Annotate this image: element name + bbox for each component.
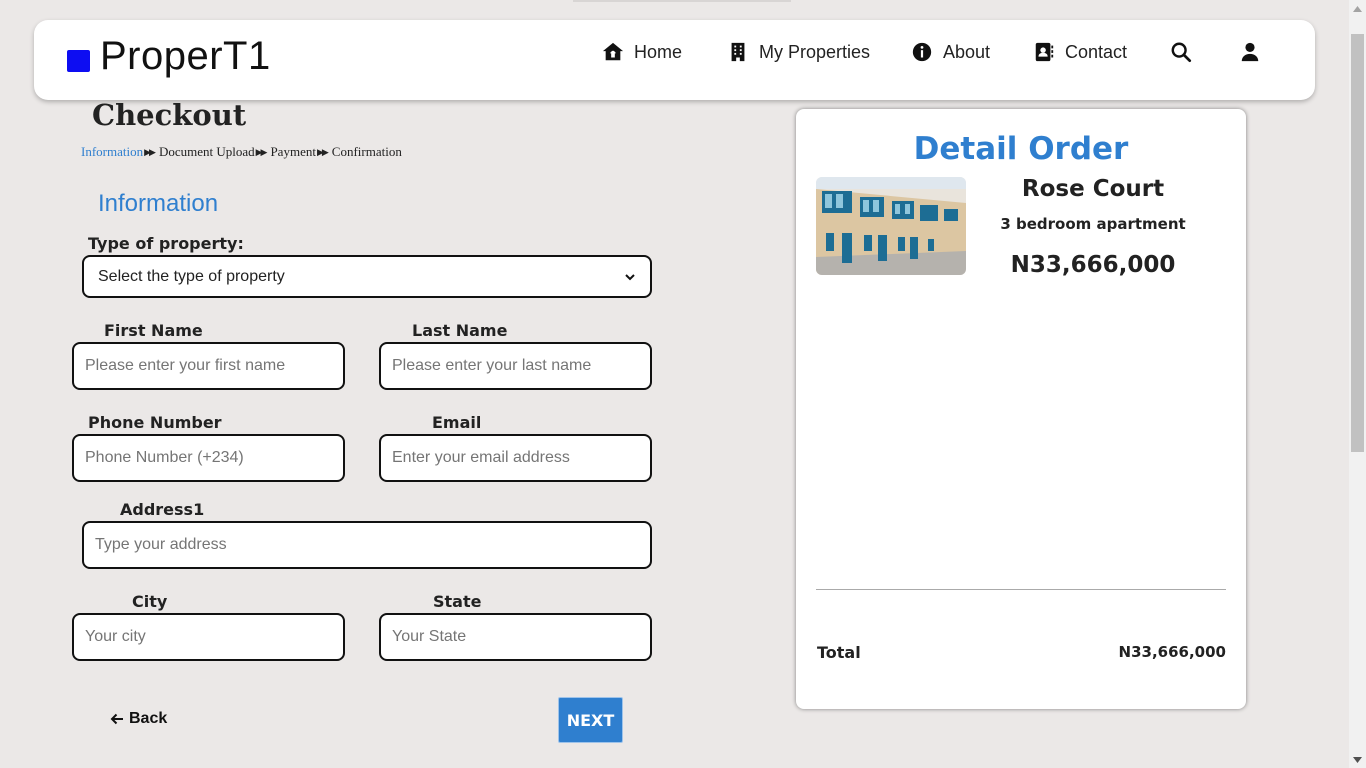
house-icon xyxy=(602,42,624,61)
nav-my-properties[interactable]: My Properties xyxy=(727,39,870,65)
property-image xyxy=(816,177,966,275)
logo-text[interactable]: ProperT1 xyxy=(100,34,271,79)
property-name: Rose Court xyxy=(1021,176,1165,202)
address1-label: Address1 xyxy=(120,500,205,519)
property-type: 3 bedroom apartment xyxy=(1000,215,1186,233)
info-circle-icon xyxy=(912,42,932,62)
search-button[interactable] xyxy=(1169,39,1193,65)
scroll-up-arrow-icon[interactable] xyxy=(1349,0,1366,17)
nav-contact-label: Contact xyxy=(1065,41,1128,62)
next-button[interactable]: NEXT xyxy=(558,697,623,743)
phone-input[interactable] xyxy=(72,434,345,482)
last-name-label: Last Name xyxy=(412,321,508,340)
property-type-selected: Select the type of property xyxy=(98,267,285,285)
email-label: Email xyxy=(432,413,482,432)
double-arrow-icon: ▶▶ xyxy=(255,146,268,157)
address-book-icon xyxy=(1035,42,1054,62)
double-arrow-icon: ▶▶ xyxy=(316,146,329,157)
nav-about[interactable]: About xyxy=(911,39,990,65)
user-icon xyxy=(1241,42,1259,62)
nav-home[interactable]: Home xyxy=(602,39,682,65)
scrollbar[interactable] xyxy=(1349,0,1366,768)
scrollbar-thumb[interactable] xyxy=(1351,34,1364,452)
building-icon xyxy=(731,42,745,62)
nav-home-label: Home xyxy=(634,41,683,62)
state-input[interactable] xyxy=(379,613,652,661)
browser-edge xyxy=(573,0,791,2)
first-name-label: First Name xyxy=(104,321,203,340)
back-button[interactable]: Back xyxy=(110,710,167,728)
arrow-left-icon xyxy=(110,713,123,725)
divider xyxy=(816,589,1226,590)
email-input[interactable] xyxy=(379,434,652,482)
address1-input[interactable] xyxy=(82,521,652,569)
nav-contact[interactable]: Contact xyxy=(1033,39,1127,65)
city-label: City xyxy=(132,592,168,611)
property-type-label: Type of property: xyxy=(88,234,244,253)
navbar: ProperT1 Home My Properties About Contac… xyxy=(34,20,1315,100)
breadcrumb-step-document-upload[interactable]: Document Upload xyxy=(159,144,255,160)
double-arrow-icon: ▶▶ xyxy=(144,146,156,157)
property-price: N33,666,000 xyxy=(1010,252,1176,278)
logo-square-icon xyxy=(67,50,90,72)
section-title: Information xyxy=(98,190,219,217)
page-title: Checkout xyxy=(92,98,247,132)
phone-label: Phone Number xyxy=(88,413,222,432)
scroll-down-arrow-icon[interactable] xyxy=(1349,751,1366,768)
nav-about-label: About xyxy=(943,41,991,62)
city-input[interactable] xyxy=(72,613,345,661)
order-summary-card: Detail Order Rose Court 3 bedroom apartm… xyxy=(796,109,1246,709)
last-name-input[interactable] xyxy=(379,342,652,390)
property-type-select[interactable]: Select the type of property xyxy=(82,255,652,298)
breadcrumb: Information ▶▶ Document Upload ▶▶ Paymen… xyxy=(81,144,402,160)
user-button[interactable] xyxy=(1238,39,1262,65)
total-label: Total xyxy=(817,643,861,662)
order-title: Detail Order xyxy=(913,131,1129,167)
search-icon xyxy=(1171,42,1192,63)
breadcrumb-step-information[interactable]: Information xyxy=(81,144,143,160)
total-value: N33,666,000 xyxy=(1118,643,1226,661)
chevron-down-icon xyxy=(625,273,635,280)
state-label: State xyxy=(433,592,482,611)
back-button-label: Back xyxy=(129,710,168,727)
nav-my-properties-label: My Properties xyxy=(759,41,871,62)
breadcrumb-step-confirmation[interactable]: Confirmation xyxy=(332,144,402,160)
first-name-input[interactable] xyxy=(72,342,345,390)
breadcrumb-step-payment[interactable]: Payment xyxy=(270,144,316,160)
